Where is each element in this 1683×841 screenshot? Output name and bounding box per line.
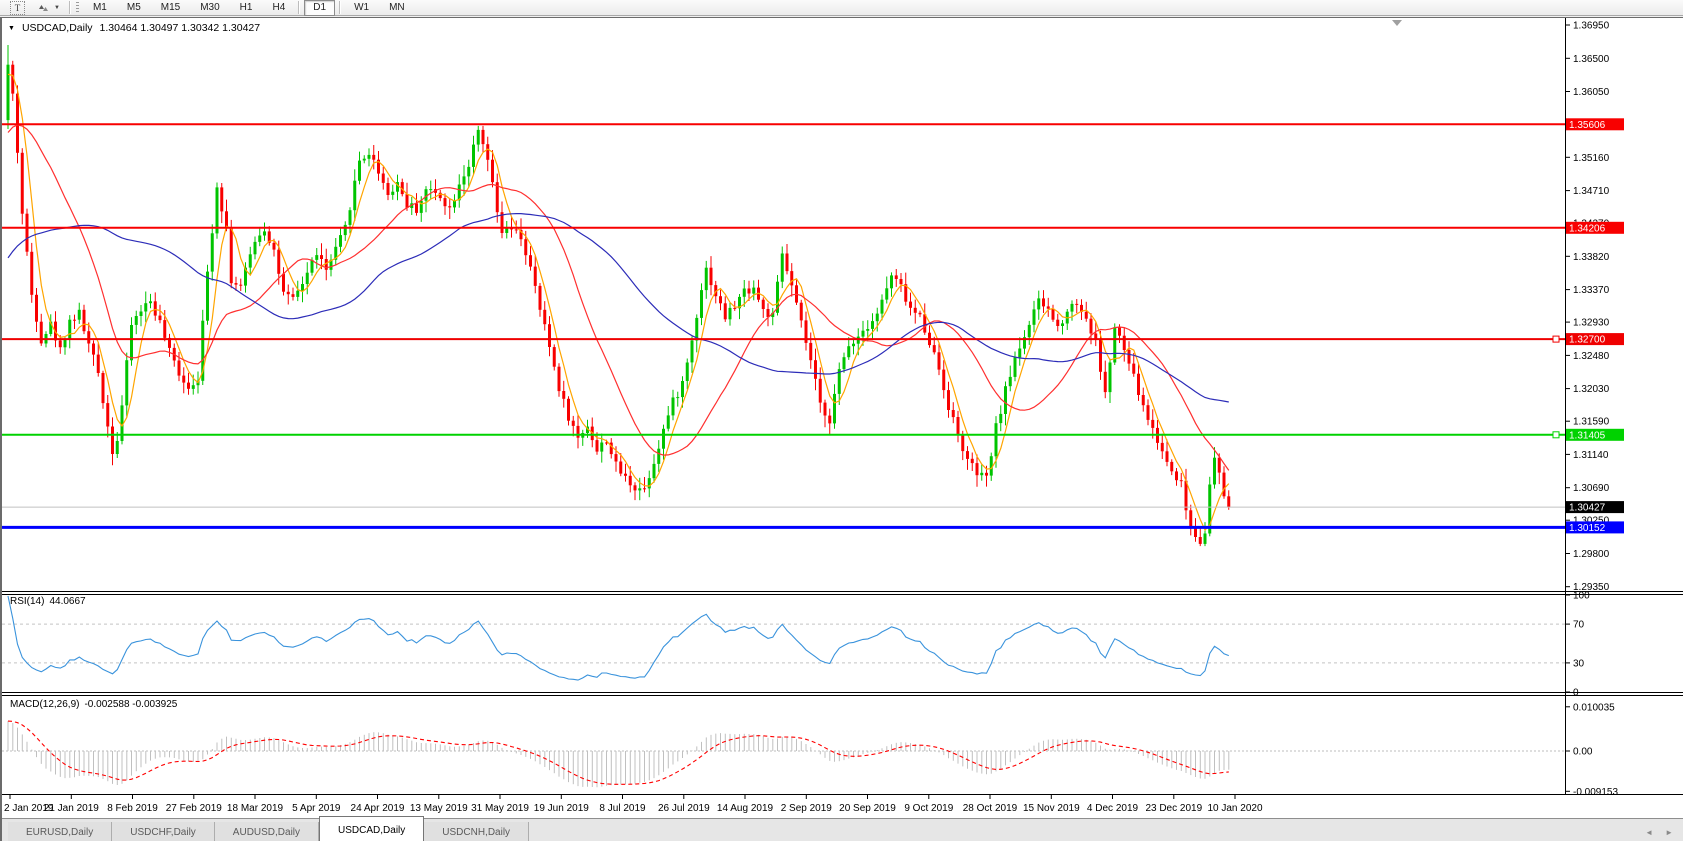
svg-text:0.010035: 0.010035 xyxy=(1573,702,1615,713)
tab-scroll-right-icon[interactable]: ► xyxy=(1665,828,1673,837)
svg-text:13 May 2019: 13 May 2019 xyxy=(410,803,468,814)
tab-usdcnh[interactable]: USDCNH,Daily xyxy=(424,822,530,841)
svg-text:21 Jan 2019: 21 Jan 2019 xyxy=(44,803,99,814)
svg-text:5 Apr 2019: 5 Apr 2019 xyxy=(292,803,341,814)
svg-text:9 Oct 2019: 9 Oct 2019 xyxy=(904,803,953,814)
toolbar-separator xyxy=(339,1,342,14)
timeframe-button-m5[interactable]: M5 xyxy=(118,0,150,16)
timeframe-button-mn[interactable]: MN xyxy=(380,0,414,16)
svg-text:1.31590: 1.31590 xyxy=(1573,417,1610,428)
svg-text:2 Sep 2019: 2 Sep 2019 xyxy=(781,803,833,814)
tab-usdcad[interactable]: USDCAD,Daily xyxy=(319,816,425,841)
svg-text:1.35606: 1.35606 xyxy=(1569,120,1606,131)
toolbar-grip[interactable] xyxy=(75,1,79,14)
svg-text:1.36050: 1.36050 xyxy=(1573,87,1610,98)
svg-text:8 Feb 2019: 8 Feb 2019 xyxy=(107,803,158,814)
svg-text:1.36500: 1.36500 xyxy=(1573,54,1610,65)
text-tool-icon: T xyxy=(10,0,25,15)
svg-text:1.36950: 1.36950 xyxy=(1573,21,1610,32)
timeframe-button-h4[interactable]: H4 xyxy=(263,0,294,16)
dropdown-caret-icon[interactable]: ▼ xyxy=(54,5,60,11)
svg-text:1.31405: 1.31405 xyxy=(1569,430,1606,441)
svg-text:-0.009153: -0.009153 xyxy=(1573,787,1618,798)
timeframe-button-w1[interactable]: W1 xyxy=(345,0,378,16)
svg-text:18 Mar 2019: 18 Mar 2019 xyxy=(227,803,284,814)
timeframe-button-m1[interactable]: M1 xyxy=(84,0,116,16)
chart-window: 1.36950 1.36500 1.36050 1.35160 1.34710 1.342… xyxy=(0,17,1683,841)
svg-text:1.32930: 1.32930 xyxy=(1573,318,1610,329)
symbol-tabs: EURUSD,Daily USDCHF,Daily AUDUSD,Daily USDC… xyxy=(8,816,530,841)
timeframe-button-h1[interactable]: H1 xyxy=(231,0,262,16)
svg-text:1.32030: 1.32030 xyxy=(1573,384,1610,395)
svg-text:0: 0 xyxy=(1573,688,1579,699)
svg-text:20 Sep 2019: 20 Sep 2019 xyxy=(839,803,896,814)
text-tool-button[interactable]: T xyxy=(6,0,29,16)
svg-text:70: 70 xyxy=(1573,620,1585,631)
svg-text:1.31140: 1.31140 xyxy=(1573,450,1609,461)
chart-tab-bar: EURUSD,Daily USDCHF,Daily AUDUSD,Daily USDC… xyxy=(2,816,1683,841)
svg-text:31 May 2019: 31 May 2019 xyxy=(471,803,529,814)
chart-canvas[interactable]: 1.36950 1.36500 1.36050 1.35160 1.34710 1.342… xyxy=(2,18,1683,819)
timeframe-button-d1[interactable]: D1 xyxy=(304,0,336,16)
timeframe-button-m30[interactable]: M30 xyxy=(191,0,228,16)
svg-text:30: 30 xyxy=(1573,658,1585,669)
svg-text:8 Jul 2019: 8 Jul 2019 xyxy=(599,803,646,814)
svg-text:10 Jan 2020: 10 Jan 2020 xyxy=(1207,803,1262,814)
svg-text:4 Dec 2019: 4 Dec 2019 xyxy=(1087,803,1139,814)
svg-text:1.34206: 1.34206 xyxy=(1569,223,1606,234)
mt4-window: T ▼ M1 M5 M15 M30 H1 H4 D1 W1 MN 1.36950 1.36500 1… xyxy=(0,0,1683,841)
svg-text:28 Oct 2019: 28 Oct 2019 xyxy=(963,803,1018,814)
timeframe-button-m15[interactable]: M15 xyxy=(152,0,189,16)
arrow-style-tool-button[interactable]: ▼ xyxy=(33,0,64,16)
svg-text:15 Nov 2019: 15 Nov 2019 xyxy=(1023,803,1080,814)
tab-usdchf[interactable]: USDCHF,Daily xyxy=(112,822,215,841)
svg-text:1.32700: 1.32700 xyxy=(1569,335,1606,346)
timeframe-button-group: M1 M5 M15 M30 H1 H4 D1 W1 MN xyxy=(83,0,415,16)
svg-text:27 Feb 2019: 27 Feb 2019 xyxy=(166,803,223,814)
svg-text:1.32480: 1.32480 xyxy=(1573,351,1610,362)
svg-text:1.33370: 1.33370 xyxy=(1573,285,1610,296)
svg-text:19 Jun 2019: 19 Jun 2019 xyxy=(534,803,589,814)
svg-text:1.30690: 1.30690 xyxy=(1573,483,1610,494)
toolbar-separator xyxy=(68,1,71,14)
svg-text:1.30152: 1.30152 xyxy=(1569,523,1606,534)
svg-text:1.33820: 1.33820 xyxy=(1573,252,1610,263)
svg-text:0.00: 0.00 xyxy=(1573,747,1593,758)
top-toolbar: T ▼ M1 M5 M15 M30 H1 H4 D1 W1 MN xyxy=(0,0,1683,16)
svg-text:1.30427: 1.30427 xyxy=(1569,503,1606,514)
tab-scroll-controls: ◄ ► xyxy=(1645,828,1673,837)
svg-text:1.29800: 1.29800 xyxy=(1573,549,1610,560)
tab-scroll-left-icon[interactable]: ◄ xyxy=(1645,828,1653,837)
svg-text:1.35160: 1.35160 xyxy=(1573,153,1610,164)
arrows-icon xyxy=(39,4,48,11)
svg-text:26 Jul 2019: 26 Jul 2019 xyxy=(658,803,710,814)
svg-text:24 Apr 2019: 24 Apr 2019 xyxy=(351,803,405,814)
svg-text:1.34710: 1.34710 xyxy=(1573,186,1610,197)
svg-text:100: 100 xyxy=(1573,591,1590,602)
tab-audusd[interactable]: AUDUSD,Daily xyxy=(214,822,320,841)
tab-eurusd[interactable]: EURUSD,Daily xyxy=(8,822,113,841)
toolbar-separator xyxy=(298,1,301,14)
svg-text:23 Dec 2019: 23 Dec 2019 xyxy=(1145,803,1202,814)
svg-text:14 Aug 2019: 14 Aug 2019 xyxy=(717,803,774,814)
